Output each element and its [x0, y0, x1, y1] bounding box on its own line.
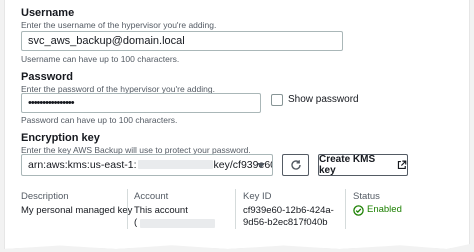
redacted-account-id — [137, 160, 213, 169]
show-password-label: Show password — [288, 94, 359, 105]
details-account-id-open: ( — [134, 217, 138, 228]
status-text: Enabled — [367, 204, 402, 215]
column-divider — [345, 189, 346, 229]
column-divider — [127, 189, 128, 229]
details-key-id-head: Key ID — [243, 191, 272, 202]
password-label: Password — [21, 71, 73, 83]
kms-key-select[interactable]: arn:aws:kms:us-east-1:key/cf939e60-12b6-… — [21, 154, 273, 176]
external-link-icon — [398, 160, 407, 169]
refresh-icon — [290, 160, 301, 170]
details-description-value: My personal managed key — [21, 205, 133, 216]
redacted-account-number — [140, 219, 215, 228]
password-input[interactable]: •••••••••••••••• — [21, 93, 261, 113]
details-account-head: Account — [134, 191, 169, 202]
create-kms-key-label: Create KMS key — [319, 154, 376, 176]
password-hint: Password can have up to 100 characters. — [21, 115, 178, 125]
check-circle-icon — [353, 204, 364, 216]
details-status-head: Status — [353, 191, 380, 202]
create-kms-key-button[interactable]: Create KMS key — [318, 154, 408, 176]
username-label: Username — [21, 7, 75, 19]
username-hint: Username can have up to 100 characters. — [21, 54, 180, 64]
hypervisor-settings-panel: Username Enter the username of the hyper… — [4, 0, 470, 249]
status-badge: Enabled — [353, 204, 402, 216]
details-account-value: This account — [134, 205, 188, 216]
kms-arn-prefix: arn:aws:kms:us-east-1: — [28, 159, 137, 171]
refresh-button[interactable] — [282, 154, 309, 176]
encryption-key-label: Encryption key — [21, 132, 100, 144]
chevron-down-icon — [257, 163, 265, 168]
details-description-head: Description — [21, 191, 69, 202]
username-description: Enter the username of the hypervisor you… — [21, 20, 217, 30]
username-input[interactable]: svc_aws_backup@domain.local — [21, 31, 343, 51]
column-divider — [235, 189, 236, 229]
details-key-id-line-2: 9d56-b2ec817f040b — [243, 217, 328, 228]
show-password-checkbox[interactable] — [271, 94, 283, 106]
details-key-id-line-1: cf939e60-12b6-424a- — [243, 205, 334, 216]
